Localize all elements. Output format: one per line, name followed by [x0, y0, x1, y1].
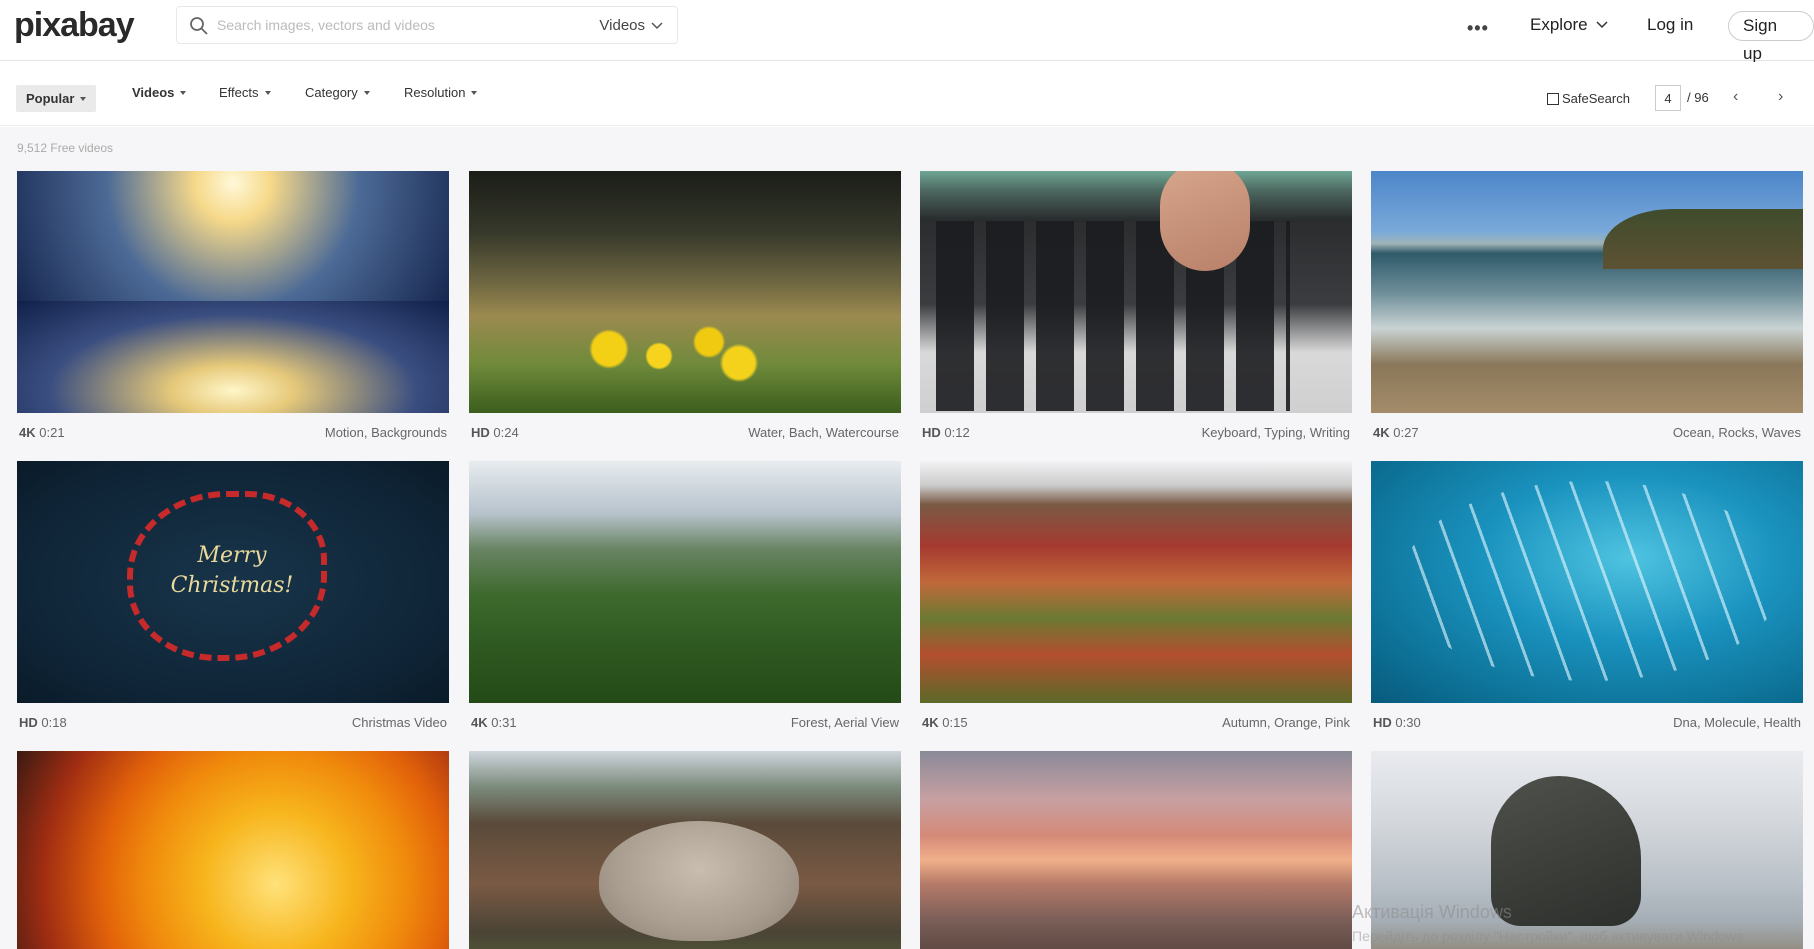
- video-duration: 0:30: [1395, 714, 1421, 730]
- sort-popular-label: Popular: [26, 91, 75, 106]
- video-tags: Keyboard, Typing, Writing: [1201, 424, 1350, 440]
- signup-button[interactable]: Sign up: [1728, 11, 1814, 63]
- video-thumbnail[interactable]: [469, 171, 901, 413]
- video-thumbnail[interactable]: [1371, 171, 1803, 413]
- login-link[interactable]: Log in: [1647, 15, 1693, 35]
- results-count: 9,512 Free videos: [17, 141, 114, 155]
- video-quality: HD: [922, 424, 941, 440]
- search-icon[interactable]: [189, 16, 209, 36]
- caret-down-icon: [80, 96, 87, 101]
- video-duration: 0:12: [944, 424, 970, 440]
- effects-dropdown[interactable]: Effects: [219, 85, 271, 100]
- video-results: 9,512 Free videos 4K 0:21 Motion, Backgro…: [0, 127, 1814, 949]
- video-quality: HD: [19, 714, 38, 730]
- search-type-dropdown[interactable]: Videos: [599, 17, 663, 34]
- video-thumbnail[interactable]: [920, 751, 1352, 949]
- next-page-button[interactable]: ›: [1778, 88, 1783, 106]
- search-input[interactable]: [217, 15, 557, 35]
- video-thumbnail[interactable]: [469, 461, 901, 703]
- video-duration: 0:27: [1393, 424, 1419, 440]
- explore-menu[interactable]: Explore: [1530, 15, 1608, 35]
- windows-activation-hint: Перейдіть до розділу "Настройки", щоб ак…: [1352, 928, 1748, 944]
- video-thumbnail[interactable]: [17, 751, 449, 949]
- video-quality: 4K: [19, 424, 36, 440]
- search-box[interactable]: Videos: [176, 6, 678, 44]
- explore-label: Explore: [1530, 15, 1588, 34]
- video-card[interactable]: HD 0:24 Water, Bach, Watercourse: [469, 171, 901, 451]
- video-card[interactable]: 4K 0:15 Autumn, Orange, Pink: [920, 461, 1352, 741]
- previous-page-button[interactable]: ‹: [1733, 88, 1738, 106]
- caret-down-icon: [363, 90, 370, 95]
- top-header: pixabay Videos ••• Explore Log in Sign u…: [0, 0, 1814, 63]
- video-thumbnail[interactable]: Merry Christmas!: [17, 461, 449, 703]
- video-card[interactable]: [17, 751, 449, 949]
- chevron-down-icon: [651, 21, 663, 29]
- video-quality: 4K: [1373, 424, 1390, 440]
- video-card[interactable]: [469, 751, 901, 949]
- video-tags: Forest, Aerial View: [790, 714, 899, 730]
- caret-down-icon: [180, 90, 187, 95]
- video-thumbnail[interactable]: [920, 171, 1352, 413]
- search-type-label: Videos: [599, 17, 645, 34]
- video-quality: 4K: [922, 714, 939, 730]
- video-tags: Autumn, Orange, Pink: [1222, 714, 1350, 730]
- effects-label: Effects: [219, 85, 259, 100]
- media-type-dropdown[interactable]: Videos: [132, 85, 187, 100]
- page-total: / 96: [1687, 90, 1709, 105]
- windows-activation-watermark: Активація Windows: [1352, 902, 1512, 922]
- video-overlay-text: Merry Christmas!: [170, 543, 294, 598]
- pixabay-logo[interactable]: pixabay: [14, 6, 135, 45]
- video-quality: HD: [1373, 714, 1392, 730]
- video-card[interactable]: HD 0:30 Dna, Molecule, Health: [1371, 461, 1803, 741]
- safesearch-label: SafeSearch: [1562, 91, 1630, 106]
- video-duration: 0:24: [493, 424, 519, 440]
- video-tags: Motion, Backgrounds: [324, 424, 447, 440]
- video-tags: Water, Bach, Watercourse: [748, 424, 899, 440]
- video-duration: 0:31: [491, 714, 517, 730]
- caret-down-icon: [471, 90, 478, 95]
- video-card[interactable]: 4K 0:27 Ocean, Rocks, Waves: [1371, 171, 1803, 451]
- page-number-input[interactable]: [1655, 85, 1681, 111]
- category-dropdown[interactable]: Category: [305, 85, 370, 100]
- video-card[interactable]: HD 0:12 Keyboard, Typing, Writing: [920, 171, 1352, 451]
- sort-popular-dropdown[interactable]: Popular: [16, 85, 97, 112]
- video-tags: Ocean, Rocks, Waves: [1672, 424, 1801, 440]
- safesearch-toggle[interactable]: SafeSearch: [1547, 91, 1630, 106]
- more-options-icon[interactable]: •••: [1467, 18, 1489, 39]
- caret-down-icon: [264, 90, 271, 95]
- video-card[interactable]: 4K 0:31 Forest, Aerial View: [469, 461, 901, 741]
- video-thumbnail[interactable]: [17, 171, 449, 413]
- resolution-dropdown[interactable]: Resolution: [404, 85, 478, 100]
- video-quality: HD: [471, 424, 490, 440]
- category-label: Category: [305, 85, 358, 100]
- video-card[interactable]: 4K 0:21 Motion, Backgrounds: [17, 171, 449, 451]
- video-duration: 0:21: [39, 424, 65, 440]
- video-duration: 0:15: [942, 714, 968, 730]
- video-tags: Christmas Video: [351, 714, 447, 730]
- safesearch-checkbox[interactable]: [1547, 92, 1559, 105]
- video-duration: 0:18: [41, 714, 67, 730]
- filter-bar: Popular Videos Effects Category Resoluti…: [0, 62, 1814, 126]
- video-thumbnail[interactable]: [1371, 461, 1803, 703]
- video-thumbnail[interactable]: [469, 751, 901, 949]
- resolution-label: Resolution: [404, 85, 466, 100]
- video-quality: 4K: [471, 714, 488, 730]
- video-card[interactable]: Merry Christmas! HD 0:18 Christmas Video: [17, 461, 449, 741]
- chevron-down-icon: [1596, 21, 1608, 29]
- video-card[interactable]: [920, 751, 1352, 949]
- video-tags: Dna, Molecule, Health: [1673, 714, 1801, 730]
- video-thumbnail[interactable]: [920, 461, 1352, 703]
- media-type-label: Videos: [132, 85, 175, 100]
